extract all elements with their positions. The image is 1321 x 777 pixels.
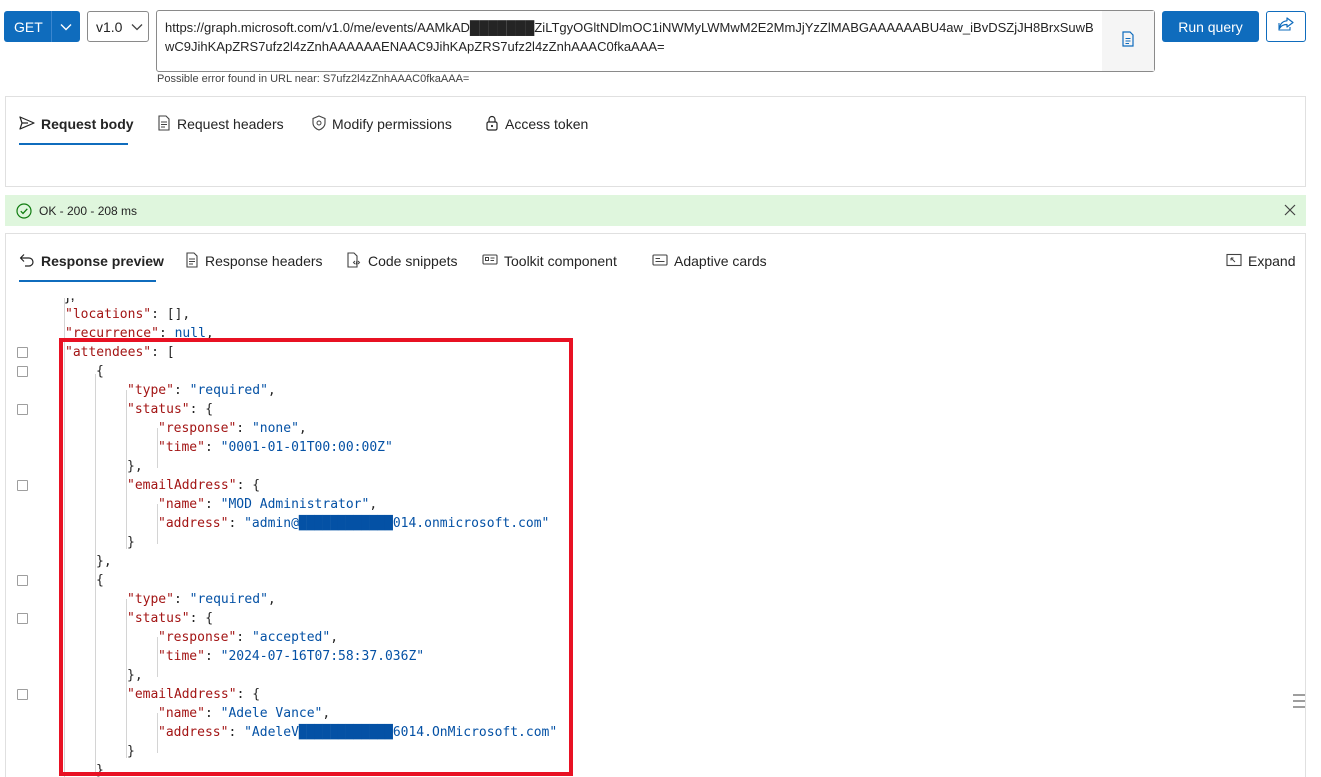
run-query-button[interactable]: Run query — [1162, 11, 1259, 42]
undo-icon — [19, 253, 35, 270]
tab-adaptive-cards[interactable]: Adaptive cards — [652, 251, 767, 271]
tab-request-headers[interactable]: Request headers — [157, 114, 284, 134]
tab-label: Adaptive cards — [674, 253, 767, 269]
close-icon[interactable] — [1283, 203, 1297, 217]
expand-icon — [1226, 253, 1242, 270]
json-value: : — [151, 307, 167, 322]
tab-label: Response preview — [41, 253, 164, 269]
http-method-label: GET — [14, 18, 43, 35]
fold-toggle[interactable] — [17, 480, 28, 491]
json-value: [] — [166, 307, 183, 322]
tab-response-preview[interactable]: Response preview — [19, 251, 164, 271]
fold-toggle[interactable] — [17, 347, 28, 358]
json-line: "locations": [], — [65, 307, 191, 322]
expand-button[interactable]: Expand — [1226, 251, 1295, 271]
shield-icon — [312, 114, 326, 134]
share-button[interactable] — [1266, 11, 1306, 42]
check-circle-icon — [16, 202, 32, 219]
lock-icon — [485, 115, 499, 134]
document-icon — [185, 251, 199, 271]
json-value: , — [182, 307, 191, 322]
tab-label: Response headers — [205, 253, 323, 269]
tab-request-body[interactable]: Request body — [19, 114, 134, 134]
response-panel: Response preview Response headers Code s… — [5, 233, 1306, 777]
tab-code-snippets[interactable]: Code snippets — [346, 251, 458, 271]
url-text[interactable]: https://graph.microsoft.com/v1.0/me/even… — [165, 18, 1100, 56]
annotation-highlight-box — [59, 338, 573, 776]
code-file-icon — [346, 251, 362, 271]
active-tab-indicator — [19, 143, 128, 145]
active-tab-indicator — [19, 280, 156, 282]
json-key: locations — [72, 307, 144, 322]
status-bar: OK - 200 - 208 ms — [5, 195, 1306, 226]
tab-label: Request body — [41, 116, 134, 132]
share-icon — [1278, 17, 1294, 36]
api-version-label: v1.0 — [96, 18, 123, 35]
api-version-dropdown[interactable]: v1.0 — [87, 11, 149, 42]
tab-label: Access token — [505, 116, 589, 132]
response-json-editor[interactable]: }, "locations": [],"recurrence": null,"a… — [6, 298, 1305, 777]
send-icon — [19, 115, 35, 133]
document-copy-icon — [1121, 30, 1135, 52]
fold-toggle[interactable] — [17, 575, 28, 586]
code-line-partial: }, — [65, 298, 75, 305]
toolkit-icon — [482, 253, 498, 270]
expand-label: Expand — [1248, 253, 1296, 269]
chevron-down-icon — [52, 23, 80, 31]
fold-toggle[interactable] — [17, 613, 28, 624]
tab-label: Code snippets — [368, 253, 458, 269]
tab-label: Modify permissions — [332, 116, 452, 132]
request-panel: Request body Request headers Modify perm… — [5, 96, 1306, 187]
tab-response-headers[interactable]: Response headers — [185, 251, 323, 271]
tab-label: Request headers — [177, 116, 284, 132]
tab-modify-permissions[interactable]: Modify permissions — [312, 114, 452, 134]
fold-toggle[interactable] — [17, 366, 28, 377]
scrollbar-marker[interactable] — [1293, 694, 1305, 712]
chevron-down-icon — [131, 23, 143, 31]
response-tabs: Response preview Response headers Code s… — [6, 234, 1305, 298]
url-input[interactable]: https://graph.microsoft.com/v1.0/me/even… — [156, 10, 1155, 72]
http-method-dropdown[interactable]: GET — [4, 11, 80, 42]
fold-toggle[interactable] — [17, 404, 28, 415]
fold-toggle[interactable] — [17, 689, 28, 700]
tab-label: Toolkit component — [504, 253, 617, 269]
url-warning-text: Possible error found in URL near: S7ufz2… — [157, 73, 470, 85]
document-icon — [157, 114, 171, 134]
tab-toolkit-component[interactable]: Toolkit component — [482, 251, 617, 271]
copy-url-button[interactable] — [1102, 11, 1154, 71]
tab-access-token[interactable]: Access token — [485, 114, 588, 134]
status-message: OK - 200 - 208 ms — [39, 203, 138, 218]
card-icon — [652, 253, 668, 270]
